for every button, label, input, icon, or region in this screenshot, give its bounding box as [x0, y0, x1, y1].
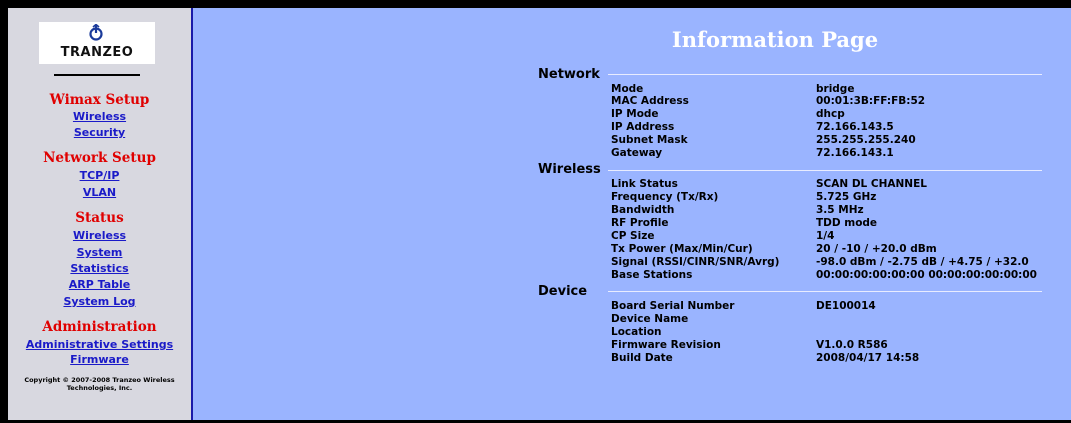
logo-divider: [54, 74, 140, 76]
nav-link-status-arp-table[interactable]: ARP Table: [8, 278, 191, 291]
nav-link-status-statistics[interactable]: Statistics: [8, 262, 191, 275]
nav-link-firmware[interactable]: Firmware: [8, 353, 191, 366]
group-rule-network: [608, 74, 1042, 75]
info-value: 72.166.143.1: [816, 147, 894, 159]
nav-link-status-system[interactable]: System: [8, 246, 191, 259]
tranzeo-swirl-icon: [89, 24, 103, 41]
copyright-line-1: Copyright © 2007-2008 Tranzeo Wireless: [24, 376, 175, 384]
info-label: Firmware Revision: [611, 339, 721, 351]
section-title-administration: Administration: [42, 319, 157, 335]
info-value: TDD mode: [816, 217, 878, 229]
section-title-status: Status: [75, 210, 124, 226]
tranzeo-logo: TRANZEO: [39, 22, 155, 64]
info-label: Link Status: [611, 178, 678, 190]
group-rule-device: [608, 291, 1042, 292]
info-value: 2008/04/17 14:58: [816, 352, 920, 364]
info-label: Board Serial Number: [611, 300, 735, 312]
info-label: Location: [611, 326, 662, 338]
info-value: 5.725 GHz: [816, 191, 877, 203]
info-value: 00:00:00:00:00:00 00:00:00:00:00:00: [816, 269, 1037, 281]
page-title: Information Page: [671, 27, 879, 52]
nav-link-tcpip[interactable]: TCP/IP: [8, 169, 191, 182]
info-label: CP Size: [611, 230, 655, 242]
info-label: Tx Power (Max/Min/Cur): [611, 243, 753, 255]
section-title-network-setup: Network Setup: [43, 150, 156, 166]
info-value: -98.0 dBm / -2.75 dB / +4.75 / +32.0: [816, 256, 1029, 268]
info-label: RF Profile: [611, 217, 669, 229]
info-value: 3.5 MHz: [816, 204, 864, 216]
info-label: IP Mode: [611, 108, 659, 120]
info-value: DE100014: [816, 300, 876, 312]
info-label: Base Stations: [611, 269, 693, 281]
info-label: Signal (RSSI/CINR/SNR/Avrg): [611, 256, 780, 268]
section-title-wimax-setup: Wimax Setup: [49, 92, 150, 108]
copyright-line-2: Technologies, Inc.: [66, 384, 133, 392]
info-label: Bandwidth: [611, 204, 675, 216]
info-value: 20 / -10 / +20.0 dBm: [816, 243, 937, 255]
info-label: Frequency (Tx/Rx): [611, 191, 719, 203]
info-label: Mode: [611, 83, 644, 95]
group-rule-wireless: [608, 170, 1042, 171]
info-value: bridge: [816, 83, 855, 95]
nav-link-status-system-log[interactable]: System Log: [8, 295, 191, 308]
info-value: V1.0.0 R586: [816, 339, 888, 351]
nav-link-wimax-wireless[interactable]: Wireless: [8, 110, 191, 123]
info-value: SCAN DL CHANNEL: [816, 178, 927, 190]
info-label: IP Address: [611, 121, 675, 133]
copyright-notice: Copyright © 2007-2008 Tranzeo Wireless T…: [8, 376, 191, 392]
info-value: 72.166.143.5: [816, 121, 894, 133]
info-label: Device Name: [611, 313, 689, 325]
nav-link-status-wireless[interactable]: Wireless: [8, 229, 191, 242]
info-value: 00:01:3B:FF:FB:52: [816, 95, 926, 107]
info-value: dhcp: [816, 108, 845, 120]
group-title-wireless: Wireless: [538, 162, 601, 177]
group-title-network: Network: [538, 67, 600, 82]
info-label: Build Date: [611, 352, 673, 364]
info-label: Subnet Mask: [611, 134, 688, 146]
info-value: 1/4: [816, 230, 835, 242]
group-title-device: Device: [538, 284, 588, 299]
nav-link-administrative-settings[interactable]: Administrative Settings: [8, 338, 191, 351]
info-label: MAC Address: [611, 95, 689, 107]
logo-text: TRANZEO: [60, 45, 134, 60]
sidebar: TRANZEO Wimax Setup Wireless Security Ne…: [8, 8, 191, 420]
info-label: Gateway: [611, 147, 663, 159]
nav-link-vlan[interactable]: VLAN: [8, 186, 191, 199]
info-value: 255.255.255.240: [816, 134, 916, 146]
nav-link-wimax-security[interactable]: Security: [8, 126, 191, 139]
